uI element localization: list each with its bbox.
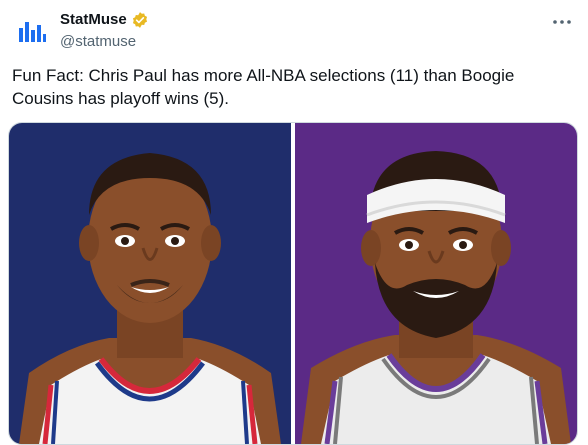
player-illustration-right[interactable] (295, 123, 577, 444)
author-avatar[interactable] (12, 12, 52, 52)
tweet-header: StatMuse @statmuse (12, 8, 578, 52)
more-options-icon (553, 20, 571, 24)
tweet-media[interactable] (8, 122, 578, 445)
statmuse-logo-icon (19, 22, 46, 42)
author-info: StatMuse @statmuse (60, 10, 149, 52)
tweet-text: Fun Fact: Chris Paul has more All-NBA se… (12, 66, 515, 108)
player-illustration-left[interactable] (9, 123, 291, 444)
author-display-name[interactable]: StatMuse (60, 10, 127, 30)
more-options-button[interactable] (550, 12, 574, 32)
player-portrait-left (9, 123, 291, 444)
player-portrait-right (295, 123, 577, 444)
author-handle[interactable]: @statmuse (60, 32, 149, 52)
gold-verified-badge-icon (132, 12, 147, 28)
